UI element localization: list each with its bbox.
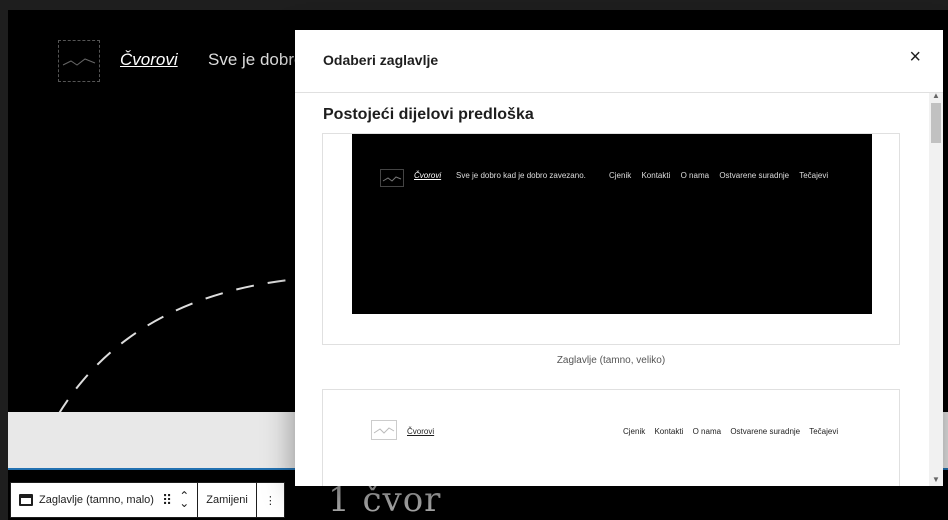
nav-item: Tečajevi <box>799 171 829 180</box>
preview-navigation: Cjenik Kontakti O nama Ostvarene suradnj… <box>609 171 836 180</box>
nav-item: Kontakti <box>641 171 671 180</box>
nav-item: Ostvarene suradnje <box>730 427 801 436</box>
scroll-down-icon[interactable]: ▼ <box>932 475 940 484</box>
heading-text[interactable]: 1 čvor <box>328 480 441 520</box>
preview-tagline: Sve je dobro kad je dobro zavezano. <box>456 171 586 180</box>
nav-item: Kontakti <box>654 427 684 436</box>
nav-item: Ostvarene suradnje <box>719 171 790 180</box>
logo-placeholder-icon <box>380 169 404 187</box>
block-toolbar: Zaglavlje (tamno, malo) ⠿ ⌃ ⌄ Zamijeni ⋮ <box>10 482 285 518</box>
preview-navigation: Cjenik Kontakti O nama Ostvarene suradnj… <box>623 427 845 436</box>
modal-header: Odaberi zaglavlje × <box>295 30 943 93</box>
move-up-down-icon[interactable]: ⌃ ⌄ <box>179 490 189 509</box>
preview-site-title: Čvorovi <box>407 427 435 436</box>
drag-handle-icon[interactable]: ⠿ <box>162 492 172 509</box>
pattern-option-dark-large[interactable]: Čvorovi Sve je dobro kad je dobro zaveza… <box>322 133 900 345</box>
nav-item: Cjenik <box>609 171 632 180</box>
replace-button[interactable]: Zamijeni <box>198 483 257 517</box>
decorative-dashed-arc <box>57 279 289 416</box>
pattern-label: Zaglavlje (tamno, veliko) <box>556 355 666 366</box>
logo-placeholder-icon <box>371 420 397 440</box>
pattern-preview: Čvorovi Sve je dobro kad je dobro zaveza… <box>352 134 872 314</box>
modal-body: Postojeći dijelovi predloška Čvorovi Sve… <box>295 93 925 486</box>
choose-header-modal: Odaberi zaglavlje × Postojeći dijelovi p… <box>295 30 943 486</box>
nav-item: O nama <box>692 427 722 436</box>
scroll-thumb[interactable] <box>931 103 941 143</box>
nav-item: Cjenik <box>623 427 646 436</box>
template-part-icon <box>19 494 33 506</box>
more-options-button[interactable]: ⋮ <box>257 483 284 517</box>
preview-site-title: Čvorovi <box>414 171 442 180</box>
scroll-up-icon[interactable]: ▲ <box>932 91 940 100</box>
modal-title: Odaberi zaglavlje <box>323 52 439 68</box>
section-title: Postojeći dijelovi predloška <box>323 106 534 123</box>
nav-item: O nama <box>680 171 710 180</box>
block-switcher[interactable]: Zaglavlje (tamno, malo) ⠿ ⌃ ⌄ <box>11 483 199 517</box>
block-type-label: Zaglavlje (tamno, malo) <box>39 494 154 506</box>
close-icon[interactable]: × <box>909 46 921 69</box>
modal-scrollbar[interactable]: ▲ ▼ <box>929 91 943 486</box>
nav-item: Tečajevi <box>809 427 839 436</box>
pattern-option-light[interactable]: Čvorovi Cjenik Kontakti O nama Ostvarene… <box>322 389 900 486</box>
